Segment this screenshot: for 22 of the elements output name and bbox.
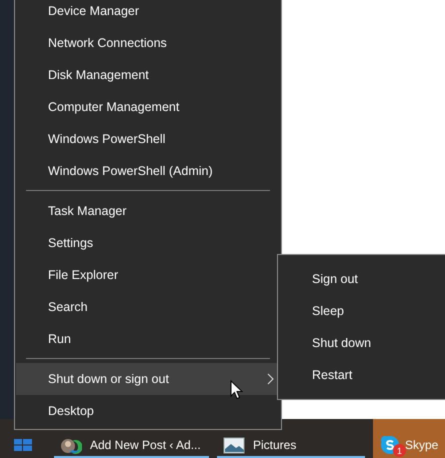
notification-badge: 1 xyxy=(393,444,406,457)
taskbar-button[interactable]: 1 Skype xyxy=(373,419,445,458)
landscape-image-icon xyxy=(223,434,245,454)
menu-item[interactable]: Windows PowerShell (Admin) xyxy=(16,155,280,187)
menu-item[interactable]: Disk Management xyxy=(16,59,280,91)
windows-logo-icon[interactable] xyxy=(14,439,32,451)
menu-item[interactable]: Run xyxy=(16,323,280,355)
menu-item[interactable]: Task Manager xyxy=(16,195,280,227)
menu-item[interactable]: Shut down xyxy=(278,327,445,359)
mouse-pointer-icon xyxy=(230,380,243,400)
chevron-right-icon xyxy=(267,373,274,385)
menu-item[interactable]: Sleep xyxy=(278,295,445,327)
menu-item[interactable]: Settings xyxy=(16,227,280,259)
menu-item[interactable]: File Explorer xyxy=(16,259,280,291)
menu-item[interactable]: Sign out xyxy=(278,263,445,295)
menu-item[interactable]: Device Manager xyxy=(16,0,280,27)
menu-item[interactable]: Computer Management xyxy=(16,91,280,123)
menu-item[interactable]: Search xyxy=(16,291,280,323)
menu-item[interactable]: Network Connections xyxy=(16,27,280,59)
menu-item[interactable]: Windows PowerShell xyxy=(16,123,280,155)
menu-item[interactable]: Shut down or sign out xyxy=(16,363,280,395)
menu-item[interactable]: Restart xyxy=(278,359,445,391)
